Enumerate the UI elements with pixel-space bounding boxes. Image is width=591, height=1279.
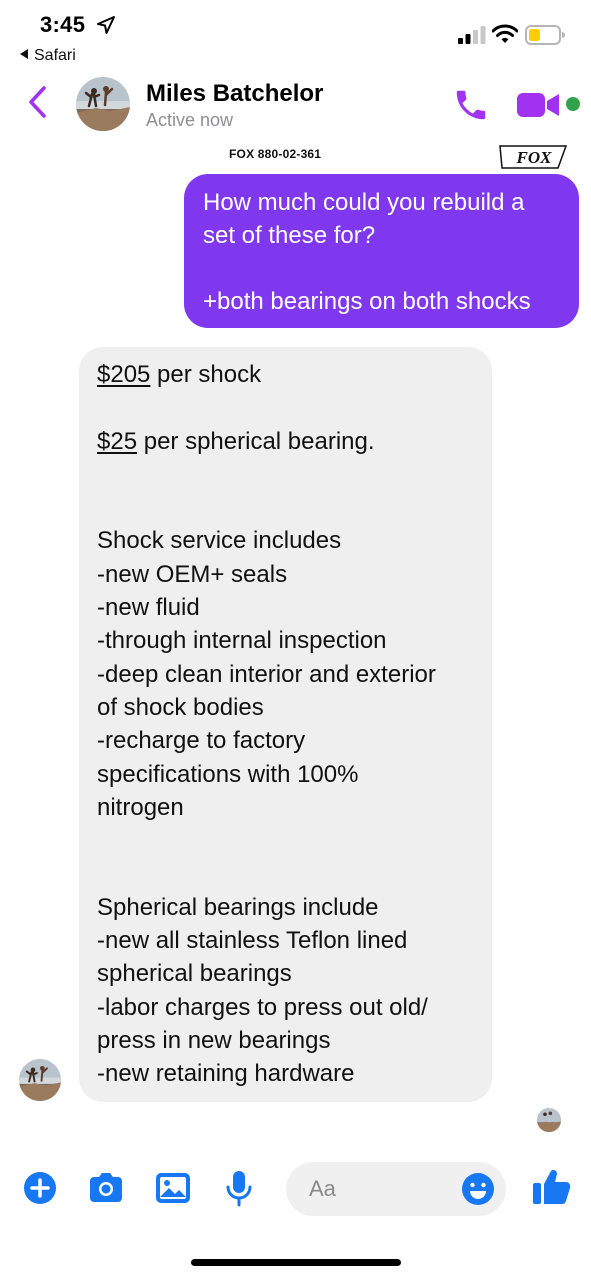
back-app-label: Safari: [34, 47, 76, 64]
message-line: -new fluid: [97, 594, 200, 622]
cellular-signal-icon: [458, 26, 486, 44]
read-receipt-avatar: [537, 1108, 561, 1132]
sent-message-line: +both bearings on both shocks: [203, 288, 531, 315]
message-line: -new retaining hardware: [97, 1060, 355, 1088]
wifi-icon: [492, 24, 518, 43]
sent-message-line: How much could you rebuild a: [203, 189, 525, 216]
video-camera-icon[interactable]: [516, 90, 560, 120]
fox-brand-logo: FOX: [499, 145, 568, 169]
avatar-photo: [19, 1059, 61, 1101]
camera-icon[interactable]: [86, 1168, 126, 1208]
online-status-dot: [566, 97, 580, 111]
microphone-icon[interactable]: [219, 1168, 259, 1208]
message-line: press in new bearings: [97, 1026, 331, 1054]
message-line: spherical bearings: [97, 960, 292, 988]
message-line: nitrogen: [97, 793, 184, 821]
price-per-bearing: $25 per spherical bearing.: [97, 425, 478, 458]
emoji-icon[interactable]: [461, 1172, 495, 1206]
sender-avatar[interactable]: [19, 1059, 61, 1101]
part-number-label: FOX 880-02-361: [229, 147, 322, 161]
avatar-photo: [537, 1108, 561, 1132]
contact-name[interactable]: Miles Batchelor: [146, 80, 323, 108]
photo-icon[interactable]: [153, 1168, 193, 1208]
avatar-photo: [76, 77, 130, 131]
price-link[interactable]: $205: [97, 361, 150, 388]
contact-avatar[interactable]: [76, 77, 130, 131]
price-link[interactable]: $25: [97, 428, 137, 455]
location-arrow-icon: [97, 16, 115, 34]
status-time: 3:45: [40, 12, 86, 37]
back-to-safari-link[interactable]: Safari: [20, 47, 76, 65]
plus-icon[interactable]: [20, 1168, 60, 1208]
message-line: specifications with 100%: [97, 760, 359, 788]
chevron-left-icon[interactable]: [26, 84, 48, 120]
bearings-heading: Spherical bearings include: [97, 893, 379, 921]
fox-logo-text: FOX: [516, 148, 553, 167]
battery-icon: [525, 25, 565, 45]
message-line: -new OEM+ seals: [97, 560, 288, 588]
contact-status: Active now: [146, 110, 234, 130]
message-composer: [0, 1150, 591, 1230]
phone-icon[interactable]: [452, 86, 490, 124]
received-message-bubble[interactable]: $205 per shock $25 per spherical bearing…: [79, 347, 492, 1102]
conversation-header: Miles Batchelor Active now: [0, 72, 591, 140]
shock-service-heading: Shock service includes: [97, 527, 342, 555]
status-bar: 3:45 Safari: [0, 0, 591, 72]
shared-photo-strip[interactable]: FOX 880-02-361 FOX: [182, 140, 582, 172]
message-line: -new all stainless Teflon lined: [97, 927, 408, 955]
message-line: -through internal inspection: [97, 627, 387, 655]
price-per-shock: $205 per shock: [97, 358, 478, 391]
price-suffix: per spherical bearing.: [137, 427, 375, 455]
sent-message-line: set of these for?: [203, 222, 376, 249]
message-line: of shock bodies: [97, 693, 264, 721]
back-triangle-icon: [20, 49, 28, 59]
sent-message-bubble[interactable]: How much could you rebuild a set of thes…: [184, 174, 579, 328]
message-line: -recharge to factory: [97, 727, 306, 755]
message-line: -labor charges to press out old/: [97, 993, 428, 1021]
price-suffix: per shock: [150, 361, 262, 388]
home-indicator[interactable]: [191, 1259, 401, 1266]
thumbs-up-icon[interactable]: [530, 1166, 572, 1208]
message-line: -deep clean interior and exterior: [97, 660, 436, 688]
